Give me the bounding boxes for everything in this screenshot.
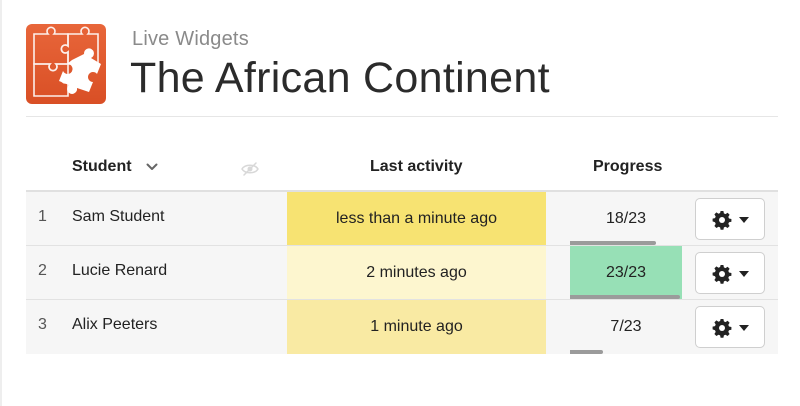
table-header: Student Last activity Progress — [26, 140, 778, 192]
chevron-down-icon[interactable] — [146, 162, 158, 172]
caret-down-icon — [739, 271, 749, 277]
column-header-last-activity: Last activity — [370, 158, 463, 175]
last-activity-cell: less than a minute ago — [287, 192, 546, 245]
table-row: 3 Alix Peeters 1 minute ago 7/23 — [26, 300, 778, 354]
students-table: Student Last activity Progress 1 Sam Stu… — [26, 140, 778, 354]
puzzle-icon — [26, 24, 106, 104]
gear-icon — [712, 265, 732, 284]
page-header: Live Widgets The African Continent — [26, 24, 778, 116]
left-border — [0, 0, 2, 406]
last-activity-text: 2 minutes ago — [366, 263, 467, 281]
row-settings-button[interactable] — [695, 198, 765, 240]
row-number: 2 — [38, 262, 47, 279]
gear-icon — [712, 319, 732, 338]
last-activity-cell: 2 minutes ago — [287, 246, 546, 299]
student-name: Lucie Renard — [72, 262, 168, 279]
last-activity-text: less than a minute ago — [336, 209, 497, 227]
page-title: The African Continent — [130, 54, 550, 102]
last-activity-text: 1 minute ago — [370, 318, 463, 335]
row-number: 3 — [38, 316, 47, 333]
last-activity-cell: 1 minute ago — [287, 300, 546, 354]
progress-bar — [570, 350, 603, 354]
row-number: 1 — [38, 208, 47, 225]
header-divider — [26, 116, 778, 117]
progress-cell: 23/23 — [570, 246, 682, 299]
progress-bar — [570, 241, 656, 245]
table-body: 1 Sam Student less than a minute ago 18/… — [26, 192, 778, 354]
eye-slash-icon[interactable] — [240, 161, 260, 177]
gear-icon — [712, 211, 732, 230]
column-header-student[interactable]: Student — [72, 158, 132, 176]
student-name: Alix Peeters — [72, 316, 158, 333]
table-row: 2 Lucie Renard 2 minutes ago 23/23 — [26, 246, 778, 300]
row-settings-button[interactable] — [695, 306, 765, 348]
progress-cell: 18/23 — [570, 192, 682, 245]
progress-cell: 7/23 — [570, 300, 682, 354]
progress-text: 23/23 — [605, 263, 647, 281]
subtitle: Live Widgets — [132, 28, 249, 50]
caret-down-icon — [739, 325, 749, 331]
row-settings-button[interactable] — [695, 252, 765, 294]
column-header-progress: Progress — [593, 158, 663, 175]
progress-bar — [570, 295, 680, 299]
progress-text: 7/23 — [610, 318, 642, 335]
progress-text: 18/23 — [605, 209, 647, 227]
caret-down-icon — [739, 217, 749, 223]
table-row: 1 Sam Student less than a minute ago 18/… — [26, 192, 778, 246]
student-name: Sam Student — [72, 208, 165, 225]
